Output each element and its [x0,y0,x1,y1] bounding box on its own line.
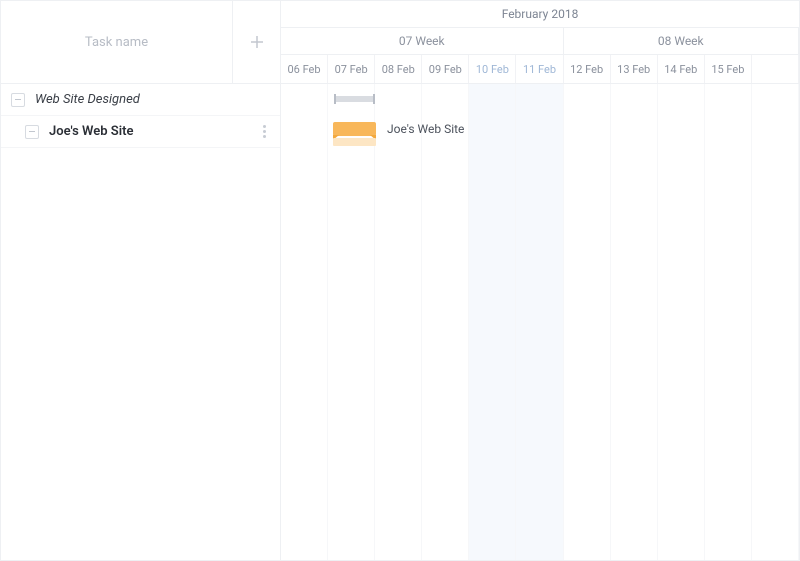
task-row-item[interactable]: Joe's Web Site [1,116,280,148]
day-header-cell [752,55,799,83]
timeline-week-header: 07 Week08 Week [281,28,799,55]
summary-bar[interactable] [334,96,375,102]
day-header-cell: 10 Feb [469,55,516,83]
day-header-cell: 15 Feb [705,55,752,83]
task-bar-label: Joe's Web Site [387,122,464,136]
task-more-menu[interactable] [256,121,272,142]
task-bar[interactable] [333,122,376,136]
task-row-summary[interactable]: Web Site Designed [1,84,280,116]
timeline-day-header: 06 Feb07 Feb08 Feb09 Feb10 Feb11 Feb12 F… [281,55,799,84]
task-bar-progress-ghost [333,138,376,146]
left-header: Task name [1,1,280,84]
task-label: Joe's Web Site [49,124,133,139]
day-header-cell: 13 Feb [611,55,658,83]
timeline: February 2018 07 Week08 Week 06 Feb07 Fe… [281,1,799,560]
collapse-toggle[interactable] [25,125,39,139]
timeline-row-task: Joe's Web Site [281,116,799,148]
task-label: Web Site Designed [35,92,140,107]
week-header-cell: 08 Week [564,28,799,54]
day-header-cell: 09 Feb [422,55,469,83]
collapse-toggle[interactable] [11,93,25,107]
day-header-cell: 14 Feb [658,55,705,83]
day-header-cell: 07 Feb [328,55,375,83]
gantt-app: Task name Web Site Designed Joe's Web Si… [0,0,800,561]
task-name-column-header: Task name [1,35,232,50]
day-header-cell: 12 Feb [564,55,611,83]
timeline-rows: Joe's Web Site [281,84,799,560]
timeline-body[interactable]: Joe's Web Site [281,84,799,560]
add-column-button[interactable] [232,1,280,84]
timeline-month-header: February 2018 [281,1,799,28]
timeline-row-summary [281,84,799,116]
plus-icon [250,35,264,49]
day-header-cell: 11 Feb [516,55,563,83]
day-header-cell: 08 Feb [375,55,422,83]
left-panel: Task name Web Site Designed Joe's Web Si… [1,1,281,560]
day-header-cell: 06 Feb [281,55,328,83]
week-header-cell: 07 Week [281,28,564,54]
